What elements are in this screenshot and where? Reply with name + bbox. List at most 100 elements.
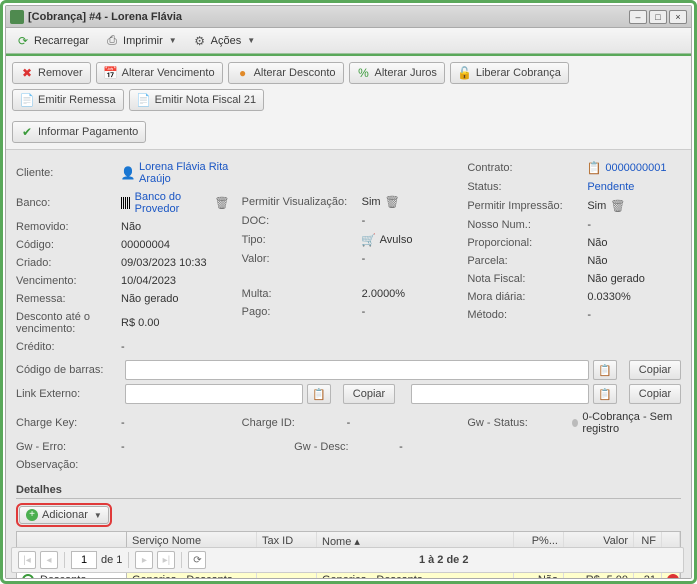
link-externo-input[interactable] [125, 384, 303, 404]
label-cliente: Cliente: [16, 164, 121, 182]
add-menu[interactable]: + Adicionar ▼ [19, 506, 109, 524]
label-codigo: Código: [16, 236, 121, 254]
val-gw-erro: - [121, 438, 230, 456]
actions-menu[interactable]: ⚙ Ações ▼ [187, 32, 262, 50]
val-tipo: Avulso [380, 234, 413, 246]
label-perm-imp: Permitir Impressão: [467, 197, 587, 215]
label-tipo: Tipo: [242, 231, 362, 249]
val-credito: - [121, 338, 230, 356]
page-last-button[interactable]: ▸| [157, 551, 175, 569]
remove-button[interactable]: ✖ Remover [12, 62, 91, 84]
page-next-button[interactable]: ▸ [135, 551, 153, 569]
emit-remit-button[interactable]: 📄 Emitir Remessa [12, 89, 124, 111]
trash-icon[interactable]: 🗑 [214, 196, 229, 210]
label-desc-ate: Desconto até o vencimento: [16, 308, 121, 338]
app-icon [10, 10, 24, 24]
label-remessa: Remessa: [16, 290, 121, 308]
person-icon: 👤 [121, 166, 135, 180]
val-metodo: - [587, 306, 681, 324]
reload-button[interactable]: ⟳ Recarregar [10, 32, 95, 50]
val-venc: 10/04/2023 [121, 272, 230, 290]
reload-icon: ⟳ [16, 34, 30, 48]
page-first-button[interactable]: |◂ [18, 551, 36, 569]
page-number-input[interactable] [71, 551, 97, 569]
row-remove-icon[interactable]: – [667, 574, 679, 578]
print-menu[interactable]: ⎙ Imprimir ▼ [99, 32, 183, 50]
label-prop: Proporcional: [467, 234, 587, 252]
label-banco: Banco: [16, 194, 121, 212]
barcode-icon [121, 197, 131, 209]
change-due-label: Alterar Vencimento [122, 67, 215, 79]
cart-icon: 🛒 [362, 233, 376, 247]
page-of-label: de 1 [101, 554, 122, 566]
chevron-down-icon: ▼ [169, 36, 177, 45]
val-perm-imp: Sim [587, 200, 606, 212]
val-desc-ate: R$ 0.00 [121, 314, 230, 332]
cliente-link[interactable]: Lorena Flávia Rita Araújo [139, 161, 230, 185]
copy-icon-button[interactable]: 📋 [593, 384, 617, 404]
val-mora: 0.0330% [587, 288, 681, 306]
calendar-icon: 📅 [104, 66, 118, 80]
remove-icon: ✖ [20, 66, 34, 80]
val-gw-status: 0-Cobrança - Sem registro [582, 411, 681, 435]
payment-icon: ✔ [20, 125, 34, 139]
label-contrato: Contrato: [467, 159, 587, 177]
release-charge-button[interactable]: 🔓 Liberar Cobrança [450, 62, 569, 84]
change-discount-button[interactable]: ● Alterar Desconto [228, 62, 344, 84]
banco-link[interactable]: Banco do Provedor [135, 191, 211, 215]
printer-icon: ⎙ [105, 34, 119, 48]
maximize-button[interactable]: □ [649, 10, 667, 24]
trash-icon[interactable]: 🗑 [610, 199, 625, 213]
label-charge-id: Charge ID: [242, 414, 347, 432]
emit-remit-label: Emitir Remessa [38, 94, 116, 106]
invoice-icon: 📄 [137, 93, 151, 107]
copy-button[interactable]: Copiar [343, 384, 395, 404]
val-observacao [121, 462, 681, 468]
emit-nf-button[interactable]: 📄 Emitir Nota Fiscal 21 [129, 89, 264, 111]
label-perm-vis: Permitir Visualização: [242, 193, 362, 211]
plus-icon: + [26, 509, 38, 521]
copy-button[interactable]: Copiar [629, 384, 681, 404]
close-button[interactable]: × [669, 10, 687, 24]
status-dot-icon [572, 419, 578, 427]
status-link[interactable]: Pendente [587, 178, 681, 196]
codigo-barras-input[interactable] [125, 360, 589, 380]
label-valor: Valor: [242, 250, 362, 268]
inform-payment-button[interactable]: ✔ Informar Pagamento [12, 121, 146, 143]
val-codigo: 00000004 [121, 236, 230, 254]
val-charge-id: - [347, 414, 456, 432]
change-discount-label: Alterar Desconto [254, 67, 336, 79]
label-metodo: Método: [467, 306, 587, 324]
trash-icon[interactable]: 🗑 [385, 195, 400, 209]
change-due-button[interactable]: 📅 Alterar Vencimento [96, 62, 223, 84]
val-gw-desc: - [399, 438, 403, 456]
val-prop: Não [587, 234, 681, 252]
remove-label: Remover [38, 67, 83, 79]
val-nosso: - [587, 216, 681, 234]
val-remessa: Não gerado [121, 290, 230, 308]
page-refresh-button[interactable]: ⟳ [188, 551, 206, 569]
contract-icon: 📋 [587, 161, 601, 175]
page-prev-button[interactable]: ◂ [40, 551, 58, 569]
inform-payment-label: Informar Pagamento [38, 126, 138, 138]
label-pago: Pago: [242, 303, 362, 321]
contrato-link[interactable]: 0000000001 [605, 162, 666, 174]
copy-icon-button[interactable]: 📋 [307, 384, 331, 404]
label-vencimento: Vencimento: [16, 272, 121, 290]
copy-button[interactable]: Copiar [629, 360, 681, 380]
minimize-button[interactable]: – [629, 10, 647, 24]
val-nf: Não gerado [587, 270, 681, 288]
change-interest-button[interactable]: % Alterar Juros [349, 62, 445, 84]
val-parcela: Não [587, 252, 681, 270]
val-doc: - [362, 212, 456, 230]
emit-nf-label: Emitir Nota Fiscal 21 [155, 94, 256, 106]
gear-icon: ⚙ [193, 34, 207, 48]
label-codigo-barras: Código de barras: [16, 361, 121, 379]
link-externo-input-2[interactable] [411, 384, 589, 404]
copy-icon-button[interactable]: 📋 [593, 360, 617, 380]
action-bar: ✖ Remover 📅 Alterar Vencimento ● Alterar… [6, 56, 691, 150]
label-gw-erro: Gw - Erro: [16, 438, 121, 456]
release-label: Liberar Cobrança [476, 67, 561, 79]
change-interest-label: Alterar Juros [375, 67, 437, 79]
reload-label: Recarregar [34, 35, 89, 47]
